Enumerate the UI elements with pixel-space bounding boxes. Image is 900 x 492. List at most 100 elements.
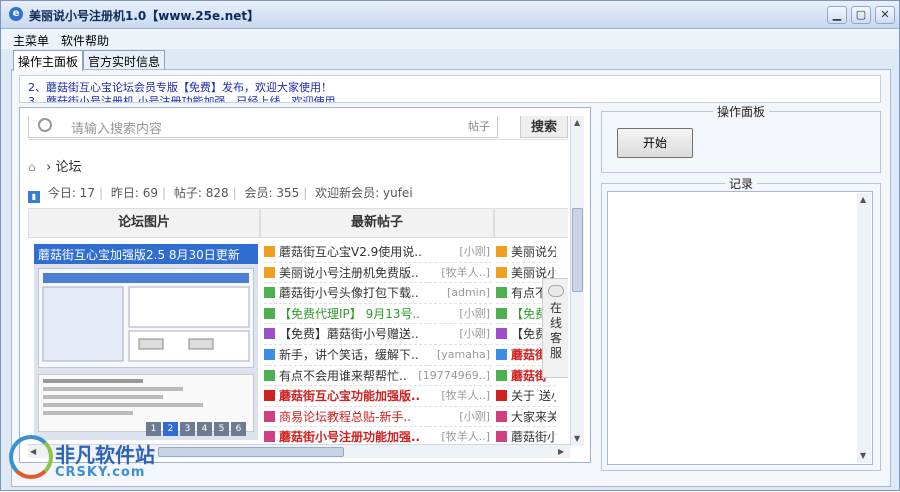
menu-help[interactable]: 软件帮助 [61, 32, 109, 49]
post-row[interactable]: 蘑菇街互心宝功能加强版.. [牧羊人..] [264, 386, 492, 407]
maximize-button[interactable]: ▢ [851, 6, 871, 24]
post-title[interactable]: 蘑菇街互心宝功能加强版.. [279, 389, 420, 403]
crsky-logo-icon [9, 435, 53, 479]
close-button[interactable]: ✕ [875, 6, 895, 24]
home-icon[interactable]: ⌂ [28, 160, 42, 174]
browser-vertical-scrollbar[interactable]: ▲ ▼ [570, 116, 584, 446]
post-title[interactable]: 蘑菇街小号注册功能加强.. [279, 430, 420, 444]
notice-marquee: 2、蘑菇街互心宝论坛会员专版【免费】发布，欢迎大家使用！ 3、蘑菇街小号注册机 … [19, 75, 881, 103]
post-author[interactable]: [小刚] [459, 304, 490, 324]
post-author[interactable]: [小刚] [459, 407, 490, 427]
picture-caption: 蘑菇街互心宝加强版2.5 8月30日更新 [34, 244, 258, 264]
post-row[interactable]: 蘑菇街小号头像打包下载.. [admin] [264, 283, 492, 304]
post-author[interactable]: [牧羊人..] [441, 263, 490, 283]
scroll-down-icon[interactable]: ▼ [574, 434, 580, 443]
breadcrumb-forum[interactable]: 论坛 [55, 160, 81, 175]
tab-official-info[interactable]: 官方实时信息 [83, 50, 166, 70]
post-title[interactable]: 【免费】蘑菇街小号赠送.. [279, 327, 419, 341]
post-type-icon [496, 307, 507, 319]
post-title[interactable]: 关于 送小 [511, 389, 556, 403]
pager-3[interactable]: 3 [180, 422, 195, 436]
screenshot-preview-graphic [42, 273, 250, 362]
post-row[interactable]: 大家来关注 [496, 407, 556, 428]
app-window: e 美丽说小号注册机1.0【www.25e.net】 ▁ ▢ ✕ 主菜单 软件帮… [0, 0, 900, 491]
online-service-tab[interactable]: 在线客服 [542, 278, 568, 378]
post-type-icon [496, 369, 507, 381]
title-bar: e 美丽说小号注册机1.0【www.25e.net】 ▁ ▢ ✕ [1, 1, 899, 29]
log-group-title: 记录 [725, 175, 758, 192]
post-author[interactable]: [admin] [447, 283, 490, 303]
horizontal-scroll-thumb[interactable] [158, 447, 344, 457]
pager-5[interactable]: 5 [214, 422, 229, 436]
search-input[interactable]: 请输入搜索内容 [28, 116, 498, 138]
post-title[interactable]: 美丽说分享 [511, 245, 556, 259]
post-title[interactable]: 美丽说小号注册机免费版.. [279, 266, 419, 280]
post-type-icon [496, 328, 507, 340]
post-title[interactable]: 有点不会用谁来帮帮忙.. [279, 369, 407, 383]
tab-main-panel[interactable]: 操作主面板 [13, 50, 84, 71]
stat-yesterday: 昨日: 69 [110, 186, 158, 200]
post-title[interactable]: 大家来关注 [511, 410, 556, 424]
stats-chart-icon: ▮ [28, 191, 40, 203]
post-type-icon [264, 266, 275, 278]
post-row[interactable]: 蘑菇街互心宝V2.9使用说.. [小刚] [264, 242, 492, 263]
post-row[interactable]: 【免费代理IP】 9月13号.. [小刚] [264, 304, 492, 325]
post-author[interactable]: [牧羊人..] [441, 386, 490, 406]
notice-line-2: 3、蘑菇街小号注册机 小号注册功能加强，已经上线，欢迎使用 [28, 95, 336, 103]
post-type-icon [264, 307, 275, 319]
post-row[interactable]: 关于 送小 [496, 386, 556, 407]
forum-picture-slider[interactable]: 蘑菇街互心宝加强版2.5 8月30日更新 1 2 3 4 5 6 [34, 244, 258, 440]
breadcrumb: ⌂ › 论坛 [28, 156, 82, 175]
post-title[interactable]: 新手，讲个笑话，缓解下.. [279, 348, 419, 362]
post-type-icon [496, 431, 507, 443]
post-title[interactable]: 蘑菇街互心宝V2.9使用说.. [279, 245, 422, 259]
post-author[interactable]: [yamaha] [437, 345, 490, 365]
minimize-button[interactable]: ▁ [827, 6, 847, 24]
pager-6[interactable]: 6 [231, 422, 246, 436]
vertical-scroll-thumb[interactable] [572, 208, 583, 292]
pager-4[interactable]: 4 [197, 422, 212, 436]
post-author[interactable]: [小刚] [459, 324, 490, 344]
menu-main[interactable]: 主菜单 [13, 32, 49, 49]
menu-bar: 主菜单 软件帮助 [1, 29, 899, 49]
scroll-up-icon[interactable]: ▲ [574, 118, 580, 127]
post-title[interactable]: 【免费代理IP】 9月13号.. [279, 307, 420, 321]
stat-new-member: 欢迎新会员: yufei [315, 186, 413, 200]
post-type-icon [496, 246, 507, 257]
post-title[interactable]: 蘑菇街小号 [511, 430, 556, 444]
stat-posts: 帖子: 828 [173, 186, 229, 200]
post-row[interactable]: 美丽说分享 [496, 242, 556, 263]
picture-screenshot [38, 268, 254, 368]
watermark-en: CRSKY.com [55, 465, 146, 480]
log-scrollbar[interactable]: ▲ ▼ [857, 193, 871, 463]
post-type-icon [496, 390, 507, 402]
search-scope-select[interactable]: 帖子 [468, 118, 490, 134]
post-type-icon [496, 410, 507, 422]
app-icon: e [9, 7, 23, 21]
chat-bubble-icon [548, 285, 564, 297]
post-row[interactable]: 商易论坛教程总贴-新手.. [小刚] [264, 407, 492, 428]
scroll-right-icon[interactable]: ▶ [558, 447, 564, 456]
window-title: 美丽说小号注册机1.0【www.25e.net】 [29, 9, 260, 23]
post-title[interactable]: 蘑菇街小号头像打包下载.. [279, 286, 419, 300]
post-type-icon [264, 328, 275, 340]
column-header-extra [494, 208, 568, 238]
column-header-pics: 论坛图片 [28, 208, 260, 238]
post-type-icon [264, 287, 275, 299]
post-type-icon [264, 348, 275, 360]
embedded-browser[interactable]: 请输入搜索内容 帖子 搜索 ⌂ › 论坛 ▮ 今日: 17 | 昨日: 69 | 帖… [19, 107, 591, 463]
log-scroll-down-icon[interactable]: ▼ [860, 451, 866, 460]
post-author[interactable]: [小刚] [459, 242, 490, 262]
post-author[interactable]: [19774969..] [418, 366, 490, 386]
post-row[interactable]: 【免费】蘑菇街小号赠送.. [小刚] [264, 324, 492, 345]
log-textarea[interactable] [607, 191, 873, 465]
post-title[interactable]: 商易论坛教程总贴-新手.. [279, 410, 411, 424]
post-row[interactable]: 美丽说小号注册机免费版.. [牧羊人..] [264, 263, 492, 284]
log-scroll-up-icon[interactable]: ▲ [860, 195, 866, 204]
post-row[interactable]: 有点不会用谁来帮帮忙.. [19774969..] [264, 366, 492, 387]
post-type-icon [264, 410, 275, 422]
post-row[interactable]: 新手，讲个笑话，缓解下.. [yamaha] [264, 345, 492, 366]
watermark-cn: 非凡软件站 [55, 443, 155, 467]
search-button[interactable]: 搜索 [520, 116, 568, 138]
start-button[interactable]: 开始 [617, 128, 693, 158]
